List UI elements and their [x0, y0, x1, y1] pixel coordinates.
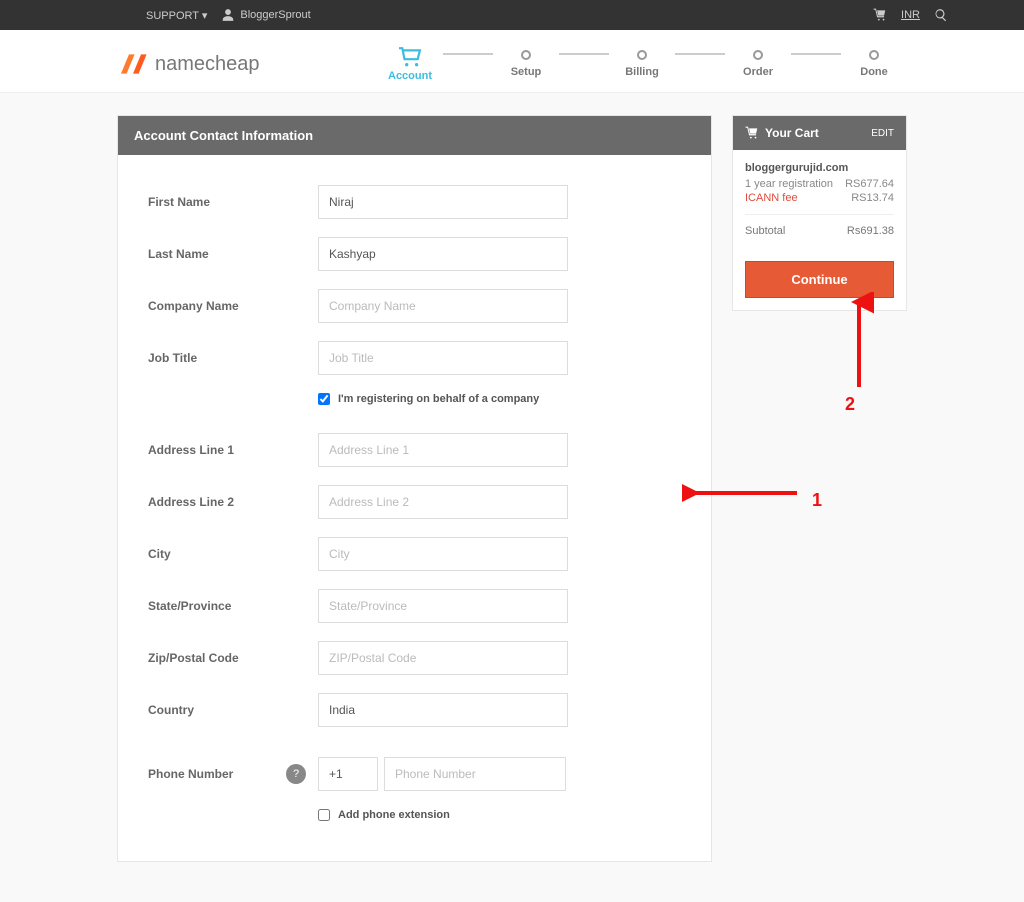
label-job-title: Job Title [148, 351, 318, 365]
label-last-name: Last Name [148, 247, 318, 261]
label-address2: Address Line 2 [148, 495, 318, 509]
company-checkbox-label: I'm registering on behalf of a company [338, 393, 539, 405]
cart-icon [745, 126, 759, 140]
section-title: Account Contact Information [118, 116, 711, 155]
cart-icann-label: ICANN fee [745, 192, 798, 204]
user-menu[interactable]: BloggerSprout [221, 8, 310, 22]
logo-icon [117, 48, 149, 80]
step-account: Account [377, 46, 443, 82]
address2-input[interactable] [318, 485, 568, 519]
step-order: Order [725, 50, 791, 78]
zip-input[interactable] [318, 641, 568, 675]
label-zip: Zip/Postal Code [148, 651, 318, 665]
state-input[interactable] [318, 589, 568, 623]
country-select[interactable]: India [318, 693, 568, 727]
ext-checkbox-label: Add phone extension [338, 809, 450, 821]
job-title-input[interactable] [318, 341, 568, 375]
first-name-input[interactable] [318, 185, 568, 219]
cart-box: Your Cart EDIT bloggergurujid.com 1 year… [732, 115, 907, 311]
label-company-name: Company Name [148, 299, 318, 313]
last-name-input[interactable] [318, 237, 568, 271]
address1-input[interactable] [318, 433, 568, 467]
search-icon[interactable] [934, 8, 948, 22]
help-icon[interactable]: ? [286, 764, 306, 784]
cart-icon[interactable] [873, 8, 887, 22]
step-label: Account [388, 70, 432, 82]
label-state: State/Province [148, 599, 318, 613]
cart-subtotal-label: Subtotal [745, 225, 785, 237]
logo-text: namecheap [155, 53, 260, 76]
company-name-input[interactable] [318, 289, 568, 323]
label-city: City [148, 547, 318, 561]
cart-domain: bloggergurujid.com [745, 162, 894, 174]
label-first-name: First Name [148, 195, 318, 209]
currency-selector[interactable]: INR [901, 9, 920, 21]
main-panel: Account Contact Information First Name L… [117, 115, 712, 862]
caret-down-icon: ▾ [202, 10, 208, 22]
cart-edit-link[interactable]: EDIT [871, 128, 894, 139]
top-bar: SUPPORT ▾ BloggerSprout INR [0, 0, 1024, 30]
cart-step-icon [396, 46, 424, 68]
cart-subtotal-price: Rs691.38 [847, 225, 894, 237]
label-address1: Address Line 1 [148, 443, 318, 457]
cart-reg-price: RS677.64 [845, 178, 894, 190]
step-billing: Billing [609, 50, 675, 78]
progress-steps: Account Setup Billing Order Done [377, 46, 907, 82]
cart-icann-price: RS13.74 [851, 192, 894, 204]
phone-input[interactable] [384, 757, 566, 791]
logo[interactable]: namecheap [117, 48, 260, 80]
ext-checkbox[interactable] [318, 809, 330, 821]
label-country: Country [148, 703, 318, 717]
continue-button[interactable]: Continue [745, 261, 894, 298]
top-nav: namecheap Account Setup Billing Order Do… [0, 30, 1024, 93]
cart-title: Your Cart [765, 126, 819, 140]
phone-code-select[interactable]: +1 [318, 757, 378, 791]
city-input[interactable] [318, 537, 568, 571]
step-done: Done [841, 50, 907, 78]
cart-reg-label: 1 year registration [745, 178, 833, 190]
company-checkbox[interactable] [318, 393, 330, 405]
support-link[interactable]: SUPPORT ▾ [146, 9, 207, 22]
step-setup: Setup [493, 50, 559, 78]
user-icon [221, 8, 235, 22]
